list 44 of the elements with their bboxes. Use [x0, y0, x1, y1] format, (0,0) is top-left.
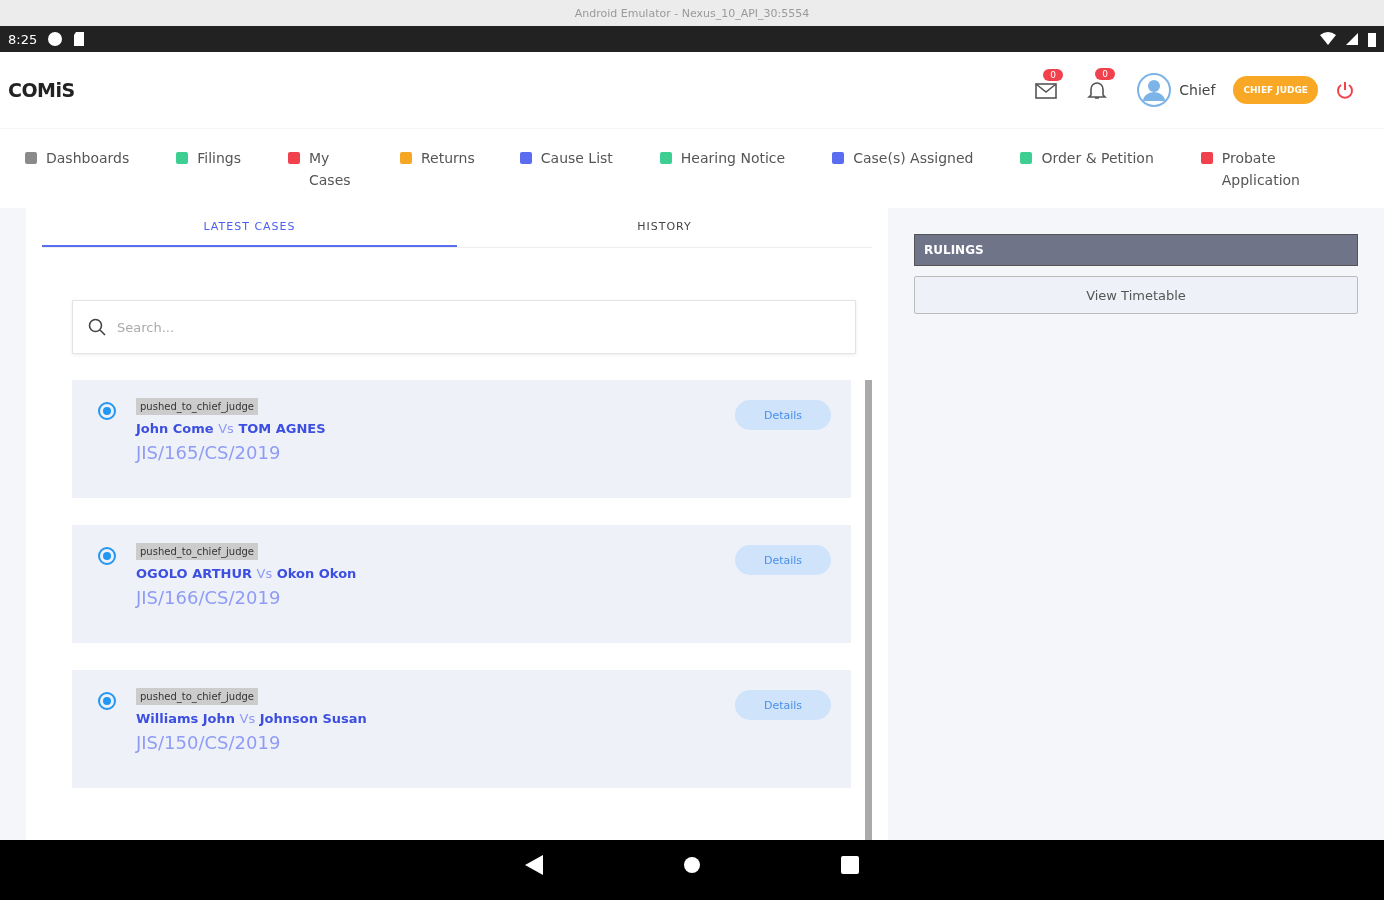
mail-icon[interactable] [1035, 81, 1058, 99]
status-tag: pushed_to_chief_judge [136, 543, 259, 560]
nav-link[interactable]: Probate Application [1199, 147, 1310, 191]
case-number: JIS/166/CS/2019 [136, 587, 281, 608]
search-field[interactable]: Search... [72, 300, 856, 354]
logo: COMiS [8, 79, 75, 101]
sd-card-icon [73, 31, 86, 47]
scrollbar[interactable] [865, 380, 872, 840]
case-title: John Come Vs TOM AGNES [136, 421, 326, 436]
case-title: Williams John Vs Johnson Susan [136, 711, 367, 726]
tab[interactable]: LATEST CASES [42, 208, 457, 247]
nav-link[interactable]: Returns [399, 147, 475, 169]
tab[interactable]: HISTORY [457, 208, 872, 247]
home-icon[interactable] [683, 856, 701, 874]
case-title: OGOLO ARTHUR Vs Okon Okon [136, 566, 357, 581]
nav-link[interactable]: Case(s) Assigned [831, 147, 974, 169]
nav-link[interactable]: Hearing Notice [658, 147, 786, 169]
search-icon [88, 318, 106, 336]
battery-icon [1368, 31, 1376, 47]
recents-icon[interactable] [841, 856, 859, 874]
nav-link[interactable]: Filings [175, 147, 241, 169]
status-time: 8:25 [8, 31, 38, 47]
notification-count-badge: 0 [1095, 68, 1116, 80]
nav-link[interactable]: Cause List [518, 147, 613, 169]
wifi-icon [1320, 32, 1336, 46]
case-number: JIS/165/CS/2019 [136, 442, 281, 463]
status-tag: pushed_to_chief_judge [136, 688, 259, 705]
view-timetable-button[interactable]: View Timetable [914, 276, 1358, 314]
nav-link[interactable]: Order & Petition [1019, 147, 1154, 169]
back-icon[interactable] [525, 855, 543, 875]
radio-icon[interactable] [98, 547, 116, 565]
radio-icon[interactable] [98, 402, 116, 420]
nav-link[interactable]: Dashboards [24, 147, 130, 169]
avatar-icon[interactable] [1137, 73, 1172, 107]
user-name: Chief [1179, 82, 1216, 98]
case-number: JIS/150/CS/2019 [136, 732, 281, 753]
window-title: Android Emulator - Nexus_10_API_30:5554 [574, 6, 810, 20]
signal-icon [1346, 32, 1358, 46]
status-tag: pushed_to_chief_judge [136, 398, 259, 415]
radio-icon[interactable] [98, 692, 116, 710]
bell-icon[interactable] [1087, 80, 1108, 100]
power-icon[interactable] [1336, 81, 1354, 99]
message-count-badge: 0 [1043, 69, 1064, 81]
panel-heading: RULINGS [914, 234, 1358, 266]
